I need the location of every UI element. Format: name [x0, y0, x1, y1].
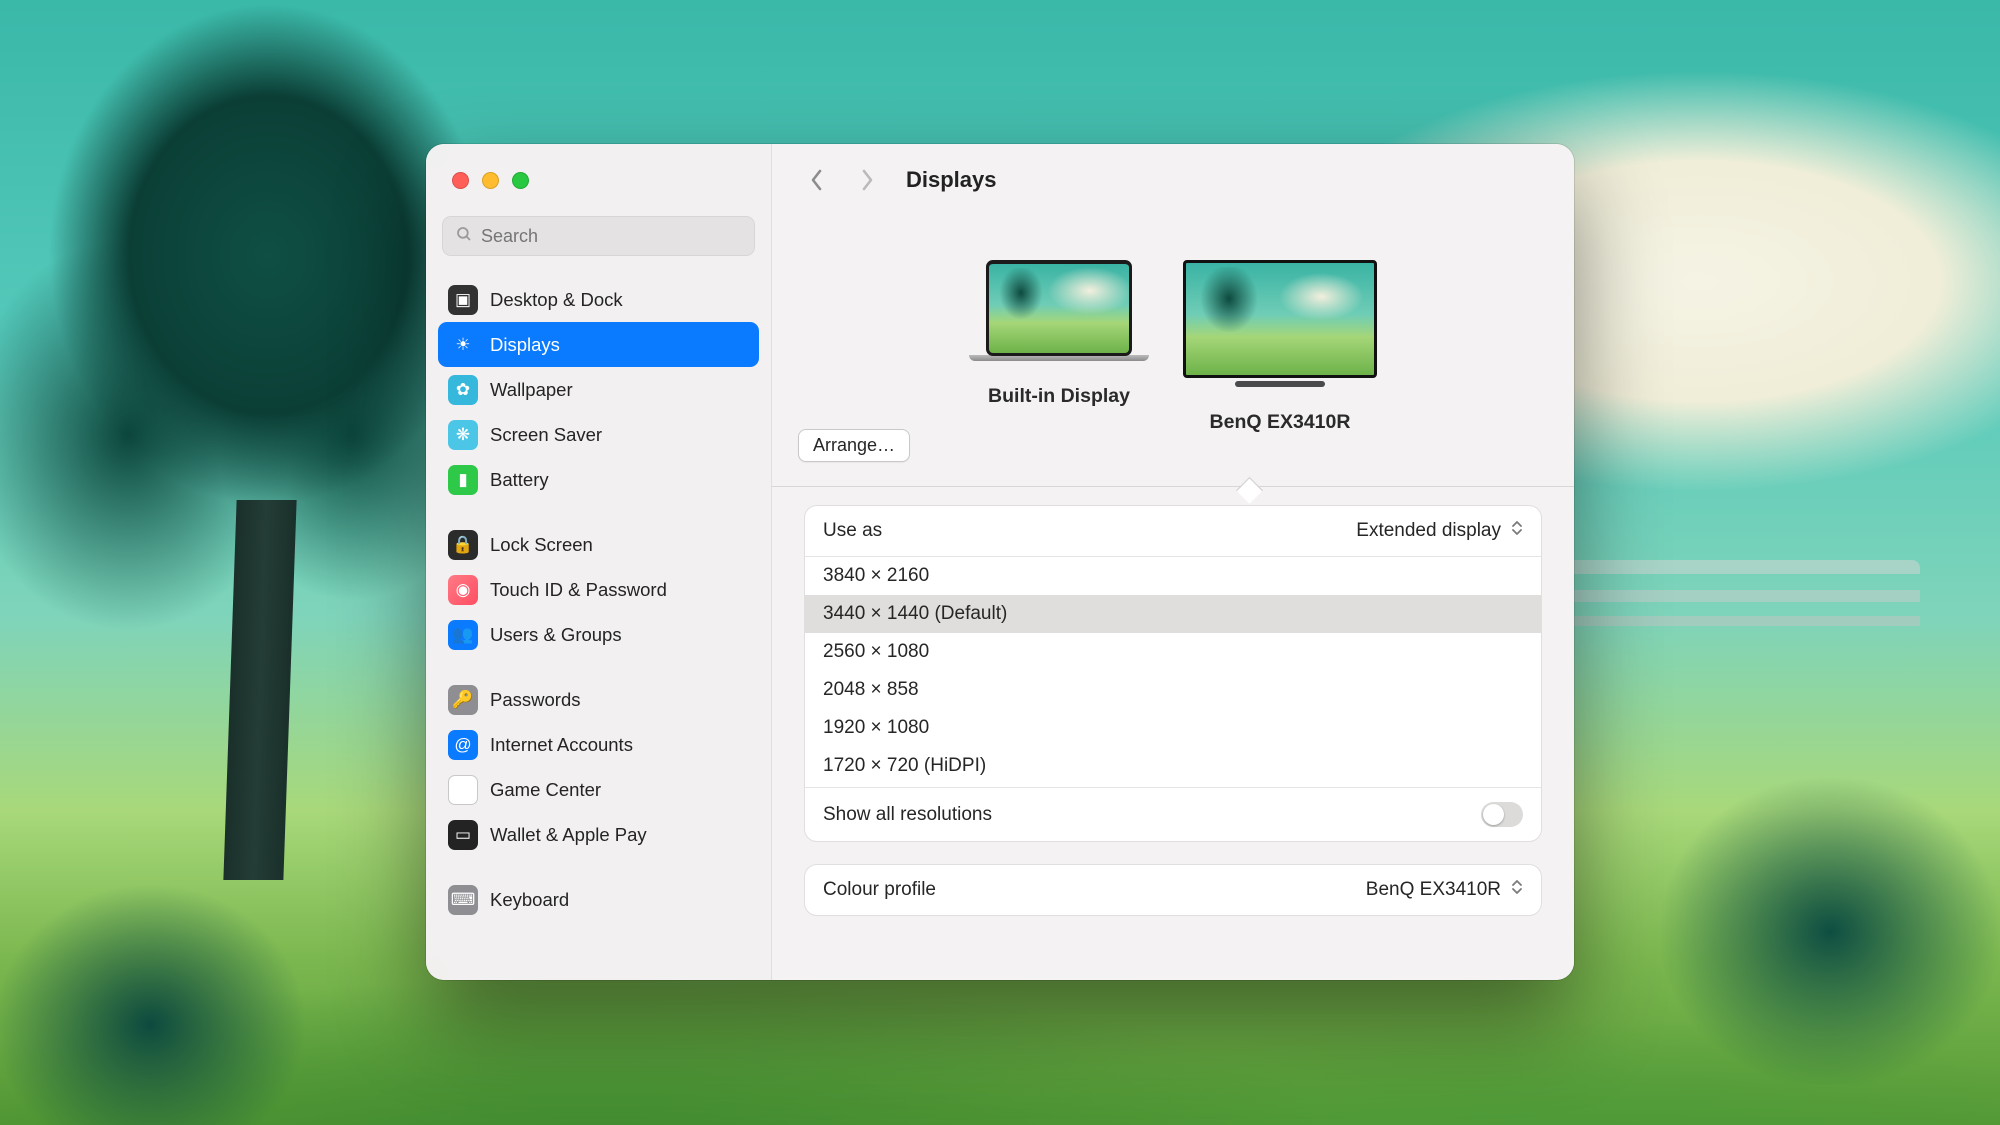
window-traffic-lights: [426, 144, 771, 216]
sidebar-item-label: Battery: [490, 469, 549, 491]
colour-profile-value: BenQ EX3410R: [1366, 879, 1501, 901]
selected-display-caret: [1237, 473, 1261, 487]
sidebar-item-label: Wallet & Apple Pay: [490, 824, 647, 846]
show-all-resolutions-row: Show all resolutions: [805, 788, 1541, 841]
wall-icon: ✿: [448, 375, 478, 405]
ss-icon: ❋: [448, 420, 478, 450]
kb-icon: ⌨: [448, 885, 478, 915]
show-all-resolutions-label: Show all resolutions: [823, 804, 992, 826]
disp-icon: ☀: [448, 330, 478, 360]
back-button[interactable]: [802, 165, 832, 195]
search-field[interactable]: [442, 216, 755, 256]
resolution-option[interactable]: 1720 × 720 (HiDPI): [805, 747, 1541, 785]
resolution-option[interactable]: 2048 × 858: [805, 671, 1541, 709]
sidebar-list[interactable]: ✋Privacy & Security ▣ Desktop & Dock ☀ Displ…: [426, 270, 771, 980]
use-as-popup[interactable]: Extended display: [1356, 520, 1523, 542]
resolution-option[interactable]: 3440 × 1440 (Default): [805, 595, 1541, 633]
resolution-list[interactable]: 3840 × 21603440 × 1440 (Default)2560 × 1…: [805, 557, 1541, 785]
colour-profile-panel: Colour profile BenQ EX3410R: [804, 864, 1542, 916]
touch-icon: ◉: [448, 575, 478, 605]
show-all-resolutions-toggle[interactable]: [1481, 802, 1523, 827]
minimize-button[interactable]: [482, 172, 499, 189]
sidebar-item-passwords[interactable]: 🔑 Passwords: [438, 677, 759, 722]
sidebar-item-label: Internet Accounts: [490, 734, 633, 756]
sidebar-item-label: Game Center: [490, 779, 601, 801]
wallet-icon: ▭: [448, 820, 478, 850]
monitor-thumbnail: [1183, 260, 1377, 378]
sidebar-item-touch-id-password[interactable]: ◉ Touch ID & Password: [438, 567, 759, 612]
sidebar-item-label: Passwords: [490, 689, 580, 711]
pw-icon: 🔑: [448, 685, 478, 715]
sidebar-item-screen-saver[interactable]: ❋ Screen Saver: [438, 412, 759, 457]
sidebar-item-privacy-security[interactable]: ✋Privacy & Security: [438, 270, 759, 277]
sidebar-item-label: Wallpaper: [490, 379, 573, 401]
lock-icon: 🔒: [448, 530, 478, 560]
sidebar-item-battery[interactable]: ▮ Battery: [438, 457, 759, 502]
sidebar-item-internet-accounts[interactable]: @ Internet Accounts: [438, 722, 759, 767]
colour-profile-label: Colour profile: [823, 879, 936, 901]
resolution-option[interactable]: 1920 × 1080: [805, 709, 1541, 747]
sidebar-item-label: Touch ID & Password: [490, 579, 667, 601]
bat-icon: ▮: [448, 465, 478, 495]
sidebar-item-lock-screen[interactable]: 🔒 Lock Screen: [438, 522, 759, 567]
resolution-option[interactable]: 2560 × 1080: [805, 633, 1541, 671]
sidebar-item-label: Screen Saver: [490, 424, 602, 446]
display-built-in-display[interactable]: Built-in Display: [969, 260, 1149, 408]
system-settings-window: ✋Privacy & Security ▣ Desktop & Dock ☀ Displ…: [426, 144, 1574, 980]
laptop-thumbnail: [986, 260, 1132, 356]
forward-button[interactable]: [852, 165, 882, 195]
page-title: Displays: [906, 167, 997, 193]
sidebar-item-label: Keyboard: [490, 889, 569, 911]
content-pane: Displays Arrange… Built-in DisplayBenQ E…: [772, 144, 1574, 980]
close-button[interactable]: [452, 172, 469, 189]
display-label: Built-in Display: [988, 385, 1130, 408]
gc-icon: ◆: [448, 775, 478, 805]
use-as-value: Extended display: [1356, 520, 1501, 542]
sidebar-item-wallpaper[interactable]: ✿ Wallpaper: [438, 367, 759, 412]
maximize-button[interactable]: [512, 172, 529, 189]
use-as-row[interactable]: Use as Extended display: [805, 506, 1541, 556]
sidebar-item-displays[interactable]: ☀ Displays: [438, 322, 759, 367]
display-arrangement-area: Arrange… Built-in DisplayBenQ EX3410R: [772, 216, 1574, 486]
ia-icon: @: [448, 730, 478, 760]
sidebar-item-users-groups[interactable]: 👥 Users & Groups: [438, 612, 759, 657]
sidebar-item-label: Displays: [490, 334, 560, 356]
sidebar-item-game-center[interactable]: ◆ Game Center: [438, 767, 759, 812]
colour-profile-popup[interactable]: BenQ EX3410R: [1366, 879, 1523, 901]
sidebar-item-keyboard[interactable]: ⌨ Keyboard: [438, 877, 759, 922]
popup-caret-icon: [1511, 520, 1523, 542]
search-input[interactable]: [481, 226, 742, 247]
content-header: Displays: [772, 144, 1574, 216]
sidebar: ✋Privacy & Security ▣ Desktop & Dock ☀ Displ…: [426, 144, 772, 980]
users-icon: 👥: [448, 620, 478, 650]
sidebar-item-desktop-dock[interactable]: ▣ Desktop & Dock: [438, 277, 759, 322]
colour-profile-row[interactable]: Colour profile BenQ EX3410R: [805, 865, 1541, 915]
popup-caret-icon: [1511, 879, 1523, 901]
display-label: BenQ EX3410R: [1210, 411, 1351, 434]
sidebar-item-label: Desktop & Dock: [490, 289, 623, 311]
use-as-label: Use as: [823, 520, 882, 542]
resolution-panel: Use as Extended display 3840 × 21603440 …: [804, 505, 1542, 842]
search-icon: [455, 225, 473, 248]
display-benq-ex3410r[interactable]: BenQ EX3410R: [1183, 260, 1377, 434]
sidebar-item-wallet-apple-pay[interactable]: ▭ Wallet & Apple Pay: [438, 812, 759, 857]
sidebar-item-label: Users & Groups: [490, 624, 622, 646]
sidebar-item-label: Lock Screen: [490, 534, 593, 556]
resolution-option[interactable]: 3840 × 2160: [805, 557, 1541, 595]
dock-icon: ▣: [448, 285, 478, 315]
